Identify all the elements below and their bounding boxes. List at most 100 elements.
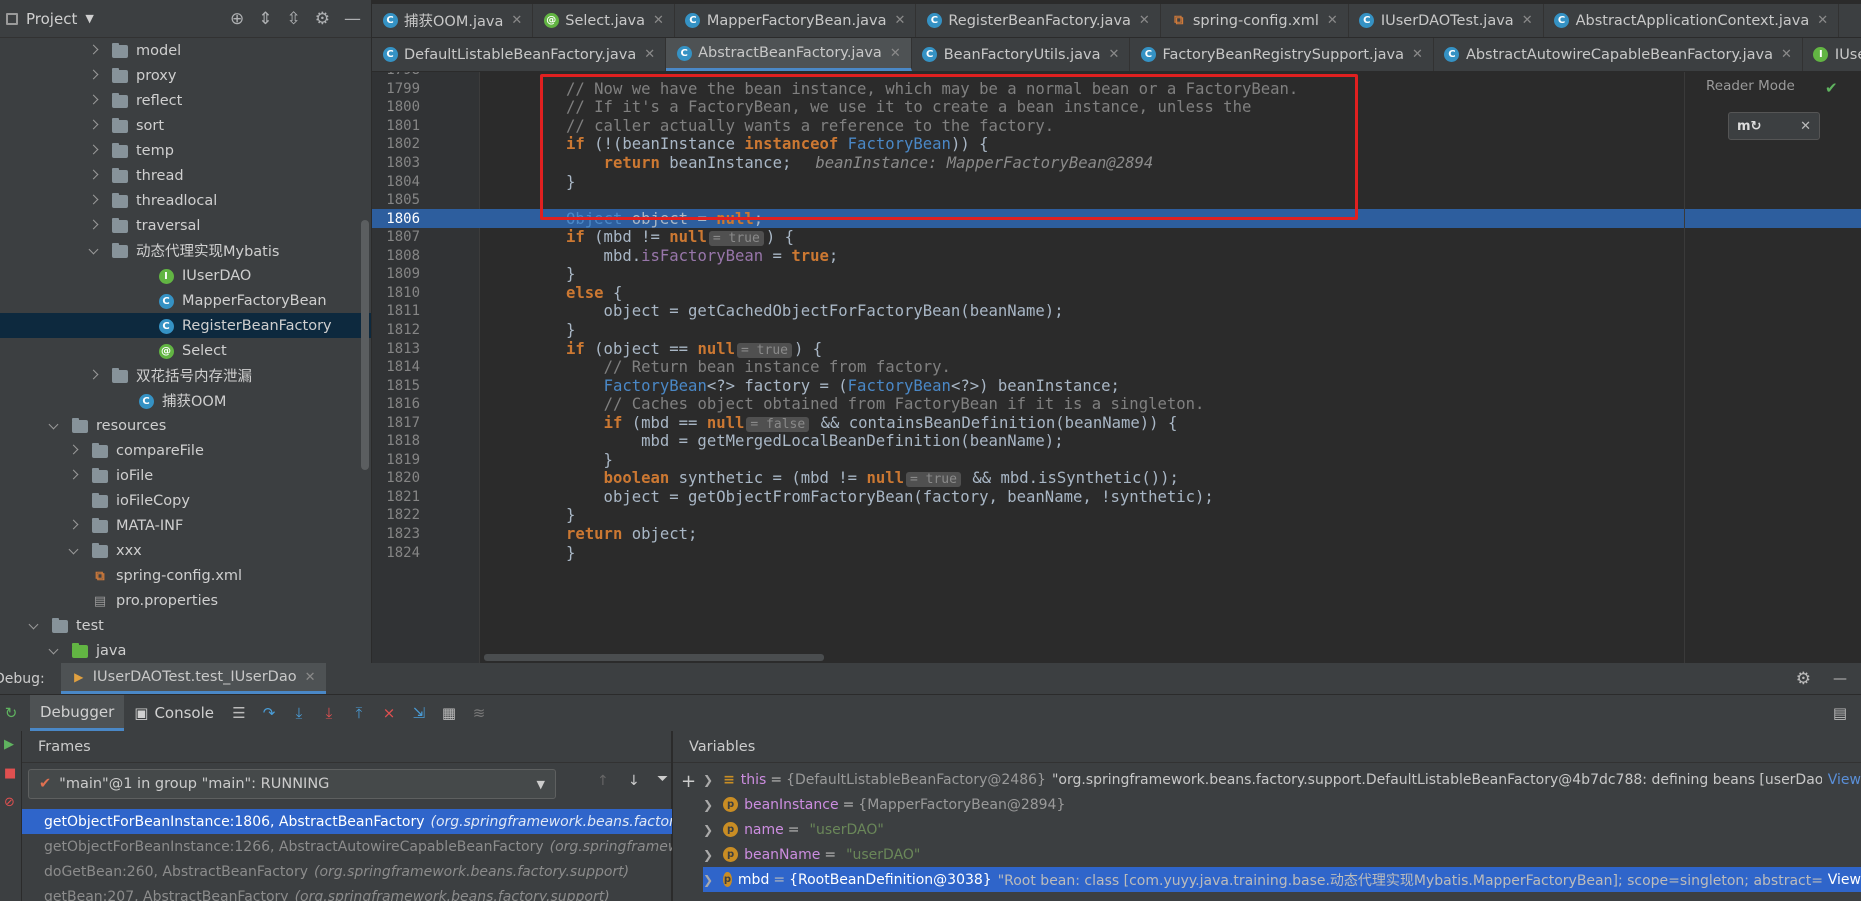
stack-frame[interactable]: getObjectForBeanInstance:1266, AbstractA… [22, 834, 672, 859]
chevron-down-icon[interactable] [48, 419, 59, 430]
close-icon[interactable]: ✕ [1800, 119, 1811, 134]
tree-item[interactable]: test [0, 613, 371, 638]
tree-item[interactable]: ▤ pro.properties [0, 588, 371, 613]
console-tab[interactable]: ▣ Console [124, 695, 224, 731]
code-line[interactable]: 1809} [372, 265, 1861, 284]
view-link[interactable]: View [1821, 771, 1861, 788]
arrow-up-icon[interactable]: ↑ [597, 773, 609, 789]
step-out-icon[interactable]: ⤒ [348, 702, 370, 724]
maven-icon[interactable]: m↻ [1737, 119, 1761, 134]
chevron-right-icon[interactable] [88, 219, 99, 230]
chevron-right-icon[interactable] [88, 94, 99, 105]
tree-item[interactable]: traversal [0, 213, 371, 238]
code-line[interactable]: 1808 mbd.isFactoryBean = true; [372, 247, 1861, 266]
tree-item[interactable]: compareFile [0, 438, 371, 463]
variable-row[interactable]: ❯ p name = "userDAO" [703, 817, 1861, 842]
editor-tab[interactable]: C 捕获OOM.java ✕ [372, 4, 534, 37]
stop-icon[interactable]: ■ [4, 766, 21, 781]
code-line[interactable]: 1817 if (mbd == null = false && containsB… [372, 413, 1861, 432]
chevron-right-icon[interactable] [88, 144, 99, 155]
close-icon[interactable]: ✕ [1781, 47, 1792, 62]
close-icon[interactable]: ✕ [644, 47, 655, 62]
expand-all-icon[interactable]: ⇕ [258, 9, 272, 29]
thread-selector[interactable]: ✔ "main"@1 in group "main": RUNNING ▼ [28, 769, 556, 799]
close-icon[interactable]: ✕ [894, 13, 905, 28]
tree-item[interactable]: thread [0, 163, 371, 188]
step-into-icon[interactable]: ⤓ [288, 702, 310, 724]
code-line[interactable]: 1818 mbd = getMergedLocalBeanDefinition(… [372, 432, 1861, 451]
code-line[interactable]: 1824} [372, 543, 1861, 562]
tree-scrollbar[interactable] [361, 220, 369, 470]
chevron-down-icon[interactable] [28, 619, 39, 630]
mute-breakpoints-icon[interactable]: ⊘ [4, 795, 21, 810]
close-icon[interactable]: ✕ [1109, 47, 1120, 62]
h-scrollbar[interactable] [484, 654, 824, 661]
chevron-right-icon[interactable] [88, 69, 99, 80]
tree-item[interactable]: reflect [0, 88, 371, 113]
code-line[interactable]: 1823 return object; [372, 525, 1861, 544]
editor-tab[interactable]: ⧉ spring-config.xml ✕ [1161, 4, 1349, 37]
minimize-icon[interactable]: — [344, 9, 361, 29]
drop-frame-icon[interactable]: ⨯ [378, 702, 400, 724]
tree-item[interactable]: C RegisterBeanFactory [0, 313, 371, 338]
chevron-right-icon[interactable] [68, 469, 79, 480]
tree-item[interactable]: ⧉ spring-config.xml [0, 563, 371, 588]
tree-item[interactable]: xxx [0, 538, 371, 563]
editor-tab[interactable]: C AbstractAutowireCapableBeanFactory.java… [1434, 38, 1803, 71]
debugger-tab[interactable]: Debugger [30, 695, 125, 731]
code-line[interactable]: 1821 object = getObjectFromFactoryBean(f… [372, 488, 1861, 507]
debug-session-tab[interactable]: ▶ IUserDAOTest.test_IUserDao ✕ [60, 663, 326, 694]
editor-tab[interactable]: IIUserDAO.java✕ [1803, 38, 1861, 71]
minimize-icon[interactable]: — [1833, 671, 1847, 687]
tree-item[interactable]: C 捕获OOM [0, 388, 371, 413]
tree-item[interactable]: C MapperFactoryBean [0, 288, 371, 313]
chevron-right-icon[interactable]: ❯ [703, 823, 713, 837]
chevron-down-icon[interactable] [68, 544, 79, 555]
close-icon[interactable]: ✕ [1139, 13, 1150, 28]
code-line[interactable]: 1810 else { [372, 284, 1861, 303]
collapse-all-icon[interactable]: ⇳ [287, 9, 301, 29]
chevron-right-icon[interactable] [68, 444, 79, 455]
close-icon[interactable]: ✕ [511, 13, 522, 28]
chevron-right-icon[interactable]: ❯ [703, 848, 713, 862]
tree-item[interactable]: resources [0, 413, 371, 438]
variable-row[interactable]: ❯ p beanInstance = {MapperFactoryBean@2894} [703, 792, 1861, 817]
code-line[interactable]: 1813 if (object == null = true) { [372, 339, 1861, 358]
editor-tab[interactable]: @ Select.java ✕ [533, 4, 675, 37]
stack-frame[interactable]: getObjectForBeanInstance:1806, AbstractB… [22, 809, 672, 834]
code-line[interactable]: 1819 } [372, 451, 1861, 470]
code-line[interactable]: 1811 object = getCachedObjectForFactoryB… [372, 302, 1861, 321]
view-link[interactable]: View [1821, 871, 1861, 888]
layout-icon[interactable]: ▤ [1829, 702, 1851, 724]
close-icon[interactable]: ✕ [1522, 13, 1533, 28]
tree-item[interactable]: MATA-INF [0, 513, 371, 538]
editor-tab[interactable]: C RegisterBeanFactory.java ✕ [916, 4, 1161, 37]
close-icon[interactable]: ✕ [1817, 13, 1828, 28]
maven-reload-badge[interactable]: m↻ ✕ [1728, 112, 1820, 140]
tree-item[interactable]: ioFileCopy [0, 488, 371, 513]
close-icon[interactable]: ✕ [1412, 47, 1423, 62]
variable-row[interactable]: ❯ p mbd = {RootBeanDefinition@3038} "Root bea… [703, 867, 1861, 892]
project-title[interactable]: Project [26, 10, 77, 28]
close-icon[interactable]: ✕ [890, 46, 901, 61]
reader-mode-toggle[interactable]: Reader Mode [1706, 78, 1795, 94]
tree-item[interactable]: sort [0, 113, 371, 138]
editor-tab[interactable]: C IUserDAOTest.java ✕ [1349, 4, 1544, 37]
menu-icon[interactable]: ☰ [228, 702, 250, 724]
chevron-down-icon[interactable]: ▼ [537, 778, 545, 791]
chevron-right-icon[interactable] [88, 119, 99, 130]
chevron-right-icon[interactable] [88, 369, 99, 380]
close-icon[interactable]: ✕ [653, 13, 664, 28]
chevron-right-icon[interactable] [68, 519, 79, 530]
code-line[interactable]: 1816 // Caches object obtained from Fact… [372, 395, 1861, 414]
tree-item[interactable]: model [0, 38, 371, 63]
editor-tab[interactable]: C BeanFactoryUtils.java ✕ [912, 38, 1131, 71]
tree-item[interactable]: proxy [0, 63, 371, 88]
close-icon[interactable]: ✕ [305, 670, 316, 685]
tree-item[interactable]: threadlocal [0, 188, 371, 213]
variable-row[interactable]: ❯ ≡ this = {DefaultListableBeanFactory@2486}… [703, 767, 1861, 792]
tree-item[interactable]: temp [0, 138, 371, 163]
editor-tab[interactable]: C AbstractBeanFactory.java ✕ [666, 38, 912, 71]
editor-tab[interactable]: C FactoryBeanRegistrySupport.java ✕ [1130, 38, 1434, 71]
chevron-down-icon[interactable] [88, 244, 99, 255]
